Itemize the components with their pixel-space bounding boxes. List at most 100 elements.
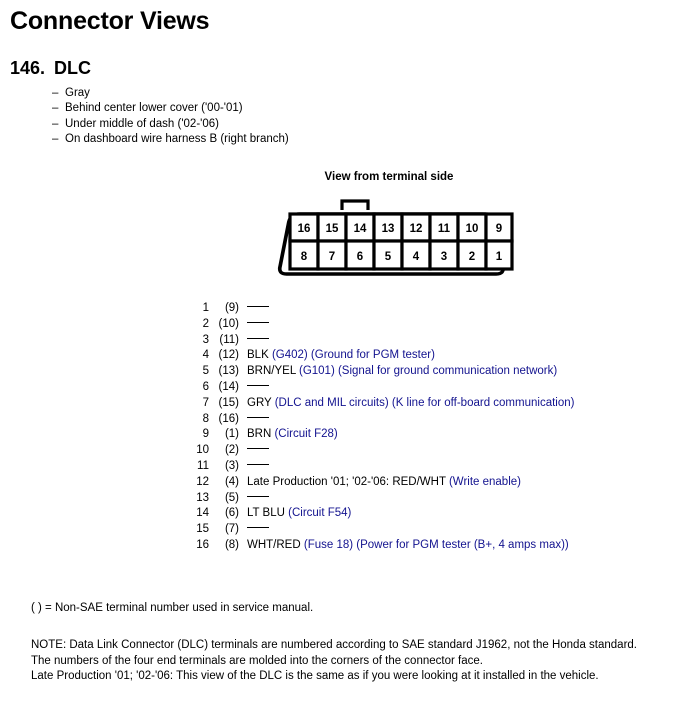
pin-service-number: (5): [224, 491, 239, 504]
wire-color-code: Late Production '01; '02-'06: RED/WHT: [247, 475, 446, 488]
section-name: DLC: [54, 58, 92, 78]
attribute-text: Behind center lower cover ('00-'01): [65, 102, 243, 115]
pin-description: [247, 301, 269, 317]
pin-sae-number: 3: [202, 333, 209, 346]
no-connection-dash-icon: [247, 384, 269, 386]
wire-color-code: GRY: [247, 396, 272, 409]
pin-row: 9 (1) BRN (Circuit F28): [192, 427, 574, 443]
pin-row: 1 (9): [192, 301, 574, 317]
pin-sae-number: 6: [202, 380, 209, 393]
wire-color-code: LT BLU: [247, 507, 285, 520]
section-heading: 146. DLC: [10, 58, 91, 79]
attribute-text: On dashboard wire harness B (right branc…: [65, 132, 289, 145]
note-row: Late Production '01; '02-'06: This view …: [31, 670, 599, 683]
no-connection-dash-icon: [247, 527, 269, 529]
pin-sae-number: 10: [196, 444, 209, 457]
pin-row: 4 (12) BLK (G402) (Ground for PGM tester): [192, 348, 574, 364]
pin-service-number: (6): [224, 507, 239, 520]
pin-cell-13: 13: [382, 223, 395, 235]
circuit-reference: (DLC and MIL circuits) (K line for off-b…: [271, 396, 575, 409]
pin-service-number: (12): [218, 349, 239, 362]
pin-cell-1: 1: [496, 251, 503, 263]
pin-row: 15 (7): [192, 522, 574, 538]
pin-cell-2: 2: [469, 251, 475, 263]
pin-description: WHT/RED (Fuse 18) (Power for PGM tester …: [247, 538, 569, 554]
pin-description: BLK (G402) (Ground for PGM tester): [247, 348, 435, 364]
pin-cell-15: 15: [326, 223, 339, 235]
pin-service-number: (16): [218, 412, 239, 425]
pin-row: 3 (11): [192, 333, 574, 349]
no-connection-dash-icon: [247, 448, 269, 450]
pin-service-number: (4): [224, 475, 239, 488]
wire-color-code: BRN/YEL: [247, 365, 296, 378]
pin-sae-number: 7: [202, 396, 209, 409]
pin-sae-number: 12: [196, 475, 209, 488]
pin-service-number: (1): [224, 428, 239, 441]
circuit-reference: (Circuit F28): [271, 428, 338, 441]
attribute-row: – Behind center lower cover ('00-'01): [52, 101, 289, 116]
wire-color-code: BLK: [247, 349, 269, 362]
pin-service-number: (13): [218, 365, 239, 378]
pin-sae-number: 9: [202, 428, 209, 441]
pin-cell-16: 16: [298, 223, 311, 235]
note-row: NOTE: Data Link Connector (DLC) terminal…: [31, 639, 637, 651]
pin-row: 16 (8) WHT/RED (Fuse 18) (Power for PGM te…: [192, 538, 574, 554]
attribute-text: Under middle of dash ('02-'06): [65, 117, 219, 130]
pin-description: [247, 333, 269, 349]
wire-color-code: WHT/RED: [247, 538, 301, 551]
pin-row: 11 (3): [192, 459, 574, 475]
wire-color-code: BRN: [247, 428, 272, 441]
circuit-reference: (G402) (Ground for PGM tester): [268, 349, 435, 362]
pin-description: BRN/YEL (G101) (Signal for ground commun…: [247, 364, 557, 380]
footnote-legend: ( ) = Non-SAE terminal number used in se…: [31, 602, 314, 614]
attribute-row: – On dashboard wire harness B (right bran…: [52, 132, 289, 147]
pin-service-number: (2): [224, 444, 239, 457]
no-connection-dash-icon: [247, 495, 269, 497]
pin-sae-number: 5: [202, 365, 209, 378]
no-connection-dash-icon: [247, 337, 269, 339]
pin-row: 14 (6) LT BLU (Circuit F54): [192, 506, 574, 522]
pin-row: 12 (4) Late Production '01; '02-'06: RED/W…: [192, 475, 574, 491]
pin-assignment-list: 1 (9) 2 (10) 3 (11) 4 (12) BLK (G402) (Ground fo…: [192, 301, 574, 554]
no-connection-dash-icon: [247, 463, 269, 465]
pin-description: [247, 459, 269, 475]
pin-cell-8: 8: [301, 251, 308, 263]
pin-cell-3: 3: [441, 251, 447, 263]
pin-service-number: (15): [218, 396, 239, 409]
pin-grid: [288, 212, 514, 271]
attribute-row: – Under middle of dash ('02-'06): [52, 117, 289, 132]
circuit-reference: (Circuit F54): [284, 507, 352, 520]
pin-description: [247, 317, 269, 333]
pin-cell-11: 11: [438, 223, 451, 235]
pin-row: 2 (10): [192, 317, 574, 333]
note-row: The numbers of the four end terminals ar…: [31, 654, 483, 667]
pin-description: [247, 491, 269, 507]
pin-sae-number: 2: [202, 317, 209, 330]
pin-description: BRN (Circuit F28): [247, 427, 338, 443]
pin-description: Late Production '01; '02-'06: RED/WHT (W…: [247, 475, 521, 491]
pin-row: 13 (5): [192, 491, 574, 507]
pin-description: [247, 522, 269, 538]
attribute-text: Gray: [65, 87, 90, 99]
pin-sae-number: 13: [196, 491, 209, 504]
pin-service-number: (11): [219, 333, 239, 346]
pin-row: 6 (14): [192, 380, 574, 396]
pin-cell-5: 5: [385, 251, 392, 263]
pin-sae-number: 4: [202, 349, 209, 362]
pin-cell-10: 10: [466, 223, 479, 235]
pin-cell-7: 7: [329, 251, 335, 263]
connector-attribute-list: – Gray – Behind center lower cover ('00-'01…: [52, 86, 289, 147]
circuit-reference: (G101) (Signal for ground communication …: [295, 365, 558, 378]
section-number: 146.: [10, 58, 46, 78]
pin-service-number: (3): [224, 459, 239, 472]
pin-cell-6: 6: [357, 251, 363, 263]
pin-row: 10 (2): [192, 443, 574, 459]
pin-service-number: (14): [218, 380, 239, 393]
pin-description: LT BLU (Circuit F54): [247, 506, 351, 522]
pin-row: 5 (13) BRN/YEL (G101) (Signal for ground c…: [192, 364, 574, 380]
pin-sae-number: 1: [202, 302, 209, 314]
pin-cell-9: 9: [496, 223, 502, 235]
pin-service-number: (9): [224, 302, 239, 314]
pin-sae-number: 16: [196, 538, 209, 551]
pin-row: 8 (16): [192, 412, 574, 428]
